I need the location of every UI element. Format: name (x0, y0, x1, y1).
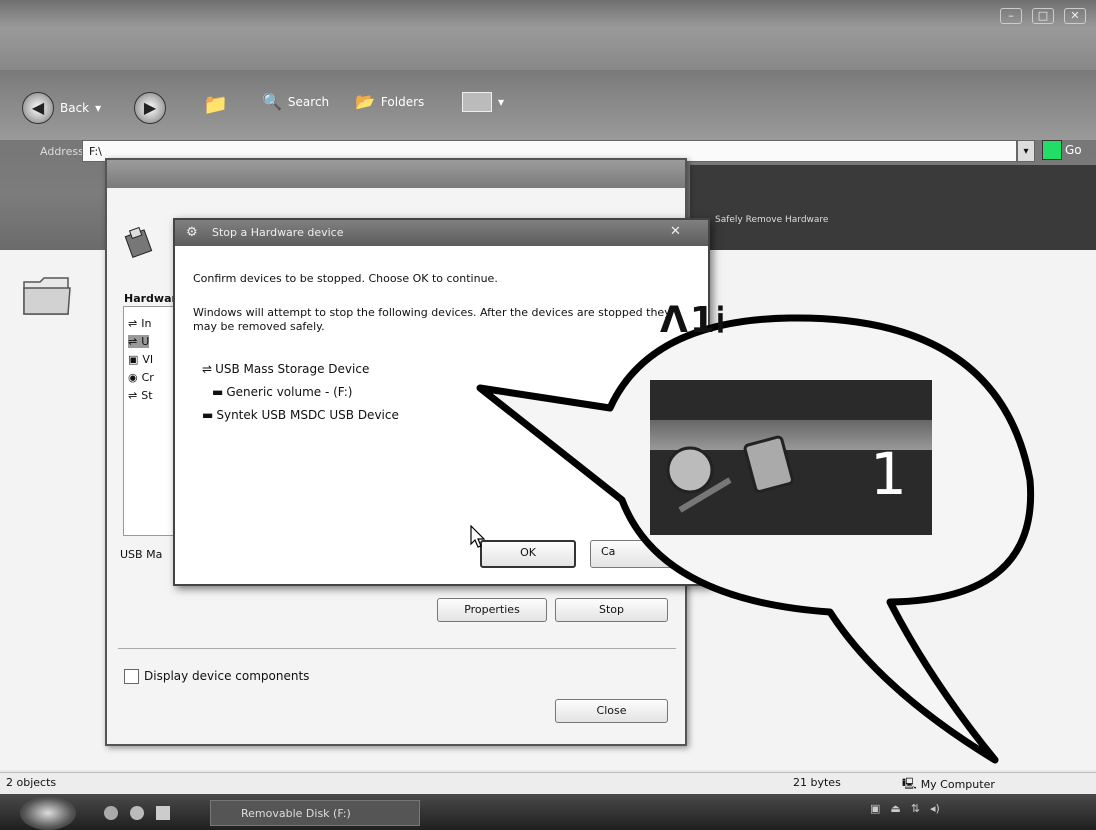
quick-launch-icon[interactable] (156, 806, 170, 820)
taskbar-window-button[interactable]: Removable Disk (F:) (210, 800, 420, 826)
network-icon[interactable]: ⇅ (911, 802, 920, 815)
callout-text: ᐱ1Ꭵ (660, 300, 727, 341)
tray-icon[interactable]: ▣ (870, 802, 880, 815)
volume-icon[interactable]: ◂) (930, 802, 940, 815)
quick-launch-icon[interactable] (104, 806, 118, 820)
status-size: 21 bytes (793, 776, 841, 789)
status-location: 🖳 My Computer (902, 775, 995, 794)
system-tray: ▣ ⏏ ⇅ ◂) (870, 802, 940, 815)
quick-launch (104, 806, 170, 820)
status-object-count: 2 objects (6, 776, 57, 789)
my-computer-icon: 🖳 (902, 777, 917, 790)
start-button[interactable] (20, 796, 76, 830)
magnified-clock-digit: 1 (870, 440, 907, 508)
safely-remove-tray-icon[interactable]: ⏏ (890, 802, 900, 815)
safely-remove-hardware-icon (666, 435, 794, 513)
quick-launch-icon[interactable] (130, 806, 144, 820)
